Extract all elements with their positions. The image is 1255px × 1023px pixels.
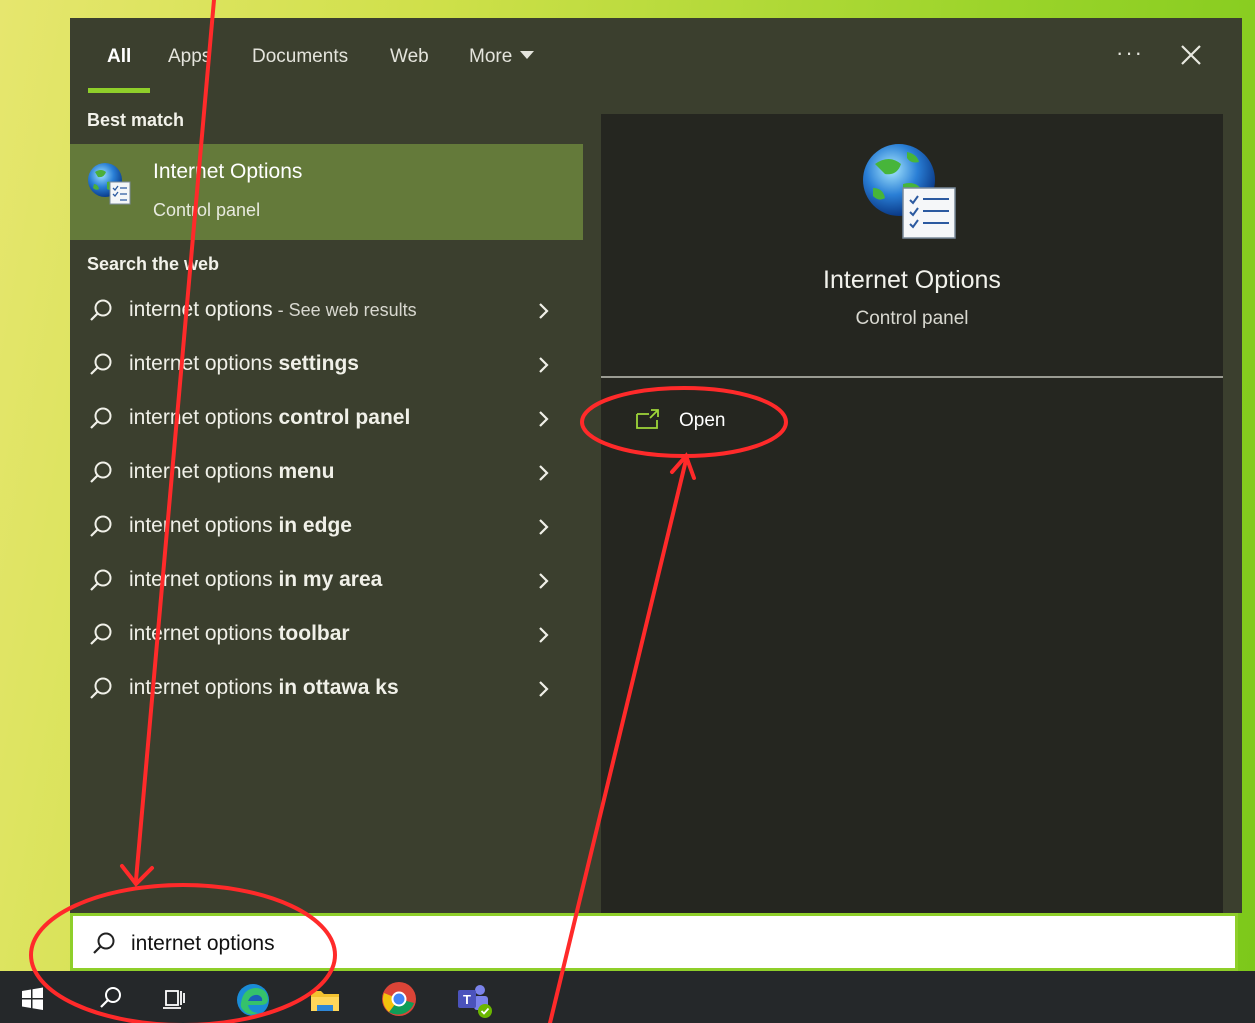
chevron-right-icon — [539, 573, 549, 589]
preview-pane: Internet Options Control panel Open — [601, 114, 1223, 913]
suggestion-prefix: internet options — [129, 622, 279, 645]
web-suggestion-row[interactable]: internet options - See web results — [70, 286, 583, 336]
suggestion-prefix: internet options — [129, 514, 279, 537]
suggestion-text: internet options in my area — [129, 568, 382, 592]
edge-icon[interactable] — [231, 977, 275, 1021]
tab-documents[interactable]: Documents — [252, 46, 348, 68]
suggestion-bold: in my area — [278, 568, 383, 591]
chrome-icon[interactable] — [377, 977, 421, 1021]
open-action[interactable]: Open — [635, 404, 775, 440]
suggestion-prefix: internet options — [129, 460, 279, 483]
search-icon — [90, 623, 112, 645]
search-icon — [90, 407, 112, 429]
search-input[interactable] — [129, 926, 1133, 962]
task-view-icon[interactable] — [153, 977, 197, 1021]
taskbar: T — [0, 971, 1255, 1023]
tab-all[interactable]: All — [107, 46, 131, 68]
suggestion-text: internet options menu — [129, 460, 334, 484]
search-icon — [93, 932, 115, 954]
chevron-right-icon — [539, 681, 549, 697]
internet-options-icon — [863, 144, 956, 239]
suggestion-bold: menu — [278, 460, 335, 483]
web-suggestion-row[interactable]: internet options in edge — [70, 502, 583, 552]
preview-divider — [601, 376, 1223, 378]
search-web-heading: Search the web — [87, 254, 220, 274]
file-explorer-icon[interactable] — [303, 977, 347, 1021]
search-icon — [90, 461, 112, 483]
tab-web[interactable]: Web — [390, 46, 429, 68]
search-icon[interactable] — [88, 977, 132, 1021]
suggestion-suffix: - See web results — [272, 300, 417, 320]
web-suggestion-row[interactable]: internet options in ottawa ks — [70, 664, 583, 714]
tab-more-label: More — [469, 46, 513, 67]
filter-tab-bar: All Apps Documents Web More ··· — [70, 18, 1242, 96]
suggestion-prefix: internet options — [129, 298, 273, 321]
web-suggestion-row[interactable]: internet options in my area — [70, 556, 583, 606]
svg-text:T: T — [463, 992, 471, 1007]
chevron-right-icon — [539, 465, 549, 481]
preview-title: Internet Options — [823, 266, 1001, 294]
tab-more[interactable]: More — [469, 46, 535, 68]
search-box[interactable] — [70, 913, 1238, 971]
suggestion-text: internet options toolbar — [129, 622, 350, 646]
search-icon — [90, 299, 112, 321]
search-icon — [90, 677, 112, 699]
best-match-heading: Best match — [87, 110, 185, 130]
suggestion-bold: control panel — [278, 406, 411, 429]
close-icon[interactable] — [1176, 40, 1206, 70]
active-tab-indicator — [88, 88, 150, 93]
web-suggestion-row[interactable]: internet options menu — [70, 448, 583, 498]
more-options-button[interactable]: ··· — [1116, 40, 1144, 66]
best-match-subtitle: Control panel — [153, 200, 261, 220]
suggestion-prefix: internet options — [129, 406, 279, 429]
teams-icon[interactable]: T — [451, 977, 495, 1021]
chevron-right-icon — [539, 411, 549, 427]
chevron-right-icon — [539, 627, 549, 643]
suggestion-bold: toolbar — [278, 622, 350, 645]
suggestion-prefix: internet options — [129, 676, 279, 699]
best-match-result[interactable]: Internet Options Control panel — [70, 144, 583, 240]
suggestion-prefix: internet options — [129, 352, 279, 375]
suggestion-text: internet options in ottawa ks — [129, 676, 399, 700]
search-icon — [90, 515, 112, 537]
chevron-right-icon — [539, 303, 549, 319]
suggestion-prefix: internet options — [129, 568, 279, 591]
suggestion-bold: settings — [278, 352, 359, 375]
chevron-right-icon — [539, 357, 549, 373]
tab-apps[interactable]: Apps — [168, 46, 211, 68]
suggestion-text: internet options control panel — [129, 406, 410, 430]
web-suggestion-row[interactable]: internet options control panel — [70, 394, 583, 444]
preview-subtitle: Control panel — [855, 308, 969, 329]
search-icon — [90, 353, 112, 375]
caret-down-icon — [520, 51, 535, 59]
open-label: Open — [679, 410, 726, 431]
search-flyout: All Apps Documents Web More ··· Best mat… — [70, 18, 1242, 913]
internet-options-icon — [88, 163, 131, 205]
suggestion-bold: in edge — [278, 514, 352, 537]
suggestion-text: internet options settings — [129, 352, 359, 376]
suggestion-text: internet options in edge — [129, 514, 352, 538]
chevron-right-icon — [539, 519, 549, 535]
search-icon — [90, 569, 112, 591]
suggestion-bold: in ottawa ks — [278, 676, 399, 699]
suggestion-text: internet options - See web results — [129, 298, 417, 322]
web-suggestion-row[interactable]: internet options settings — [70, 340, 583, 390]
open-icon — [636, 409, 659, 429]
start-icon[interactable] — [10, 977, 54, 1021]
best-match-title: Internet Options — [153, 160, 303, 183]
web-suggestion-row[interactable]: internet options toolbar — [70, 610, 583, 660]
